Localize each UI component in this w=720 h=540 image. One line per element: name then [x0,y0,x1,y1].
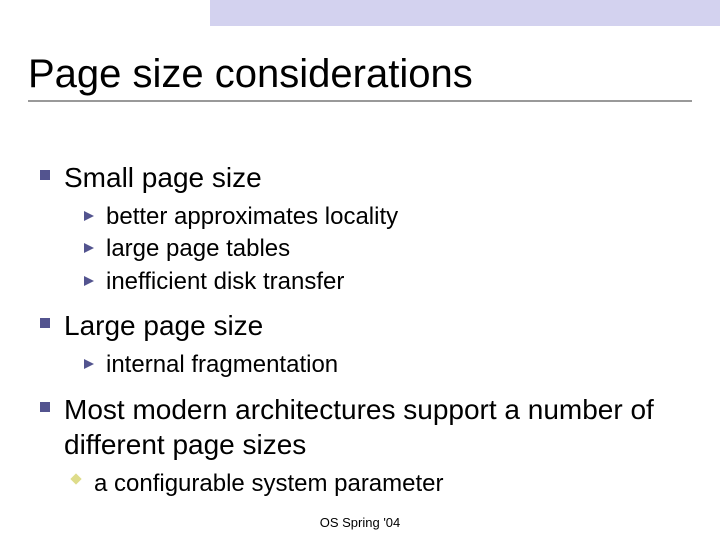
title-wrap: Page size considerations [28,52,692,102]
bullet-level1: Small page size [40,160,680,195]
bullet-level2: better approximates locality [84,201,680,233]
slide: Page size considerations Small page size… [0,0,720,540]
bullet-level1: Large page size [40,308,680,343]
bullet-level2: internal fragmentation [84,349,680,381]
slide-title: Page size considerations [28,52,692,96]
bullet-level2-diamond: a configurable system parameter [72,468,680,500]
bullet-level1: Most modern architectures support a numb… [40,392,680,462]
footer-text: OS Spring '04 [0,515,720,530]
decorative-top-bar [0,0,720,26]
content-area: Small page size better approximates loca… [40,150,680,500]
bullet-level2: large page tables [84,233,680,265]
bullet-level2: inefficient disk transfer [84,266,680,298]
